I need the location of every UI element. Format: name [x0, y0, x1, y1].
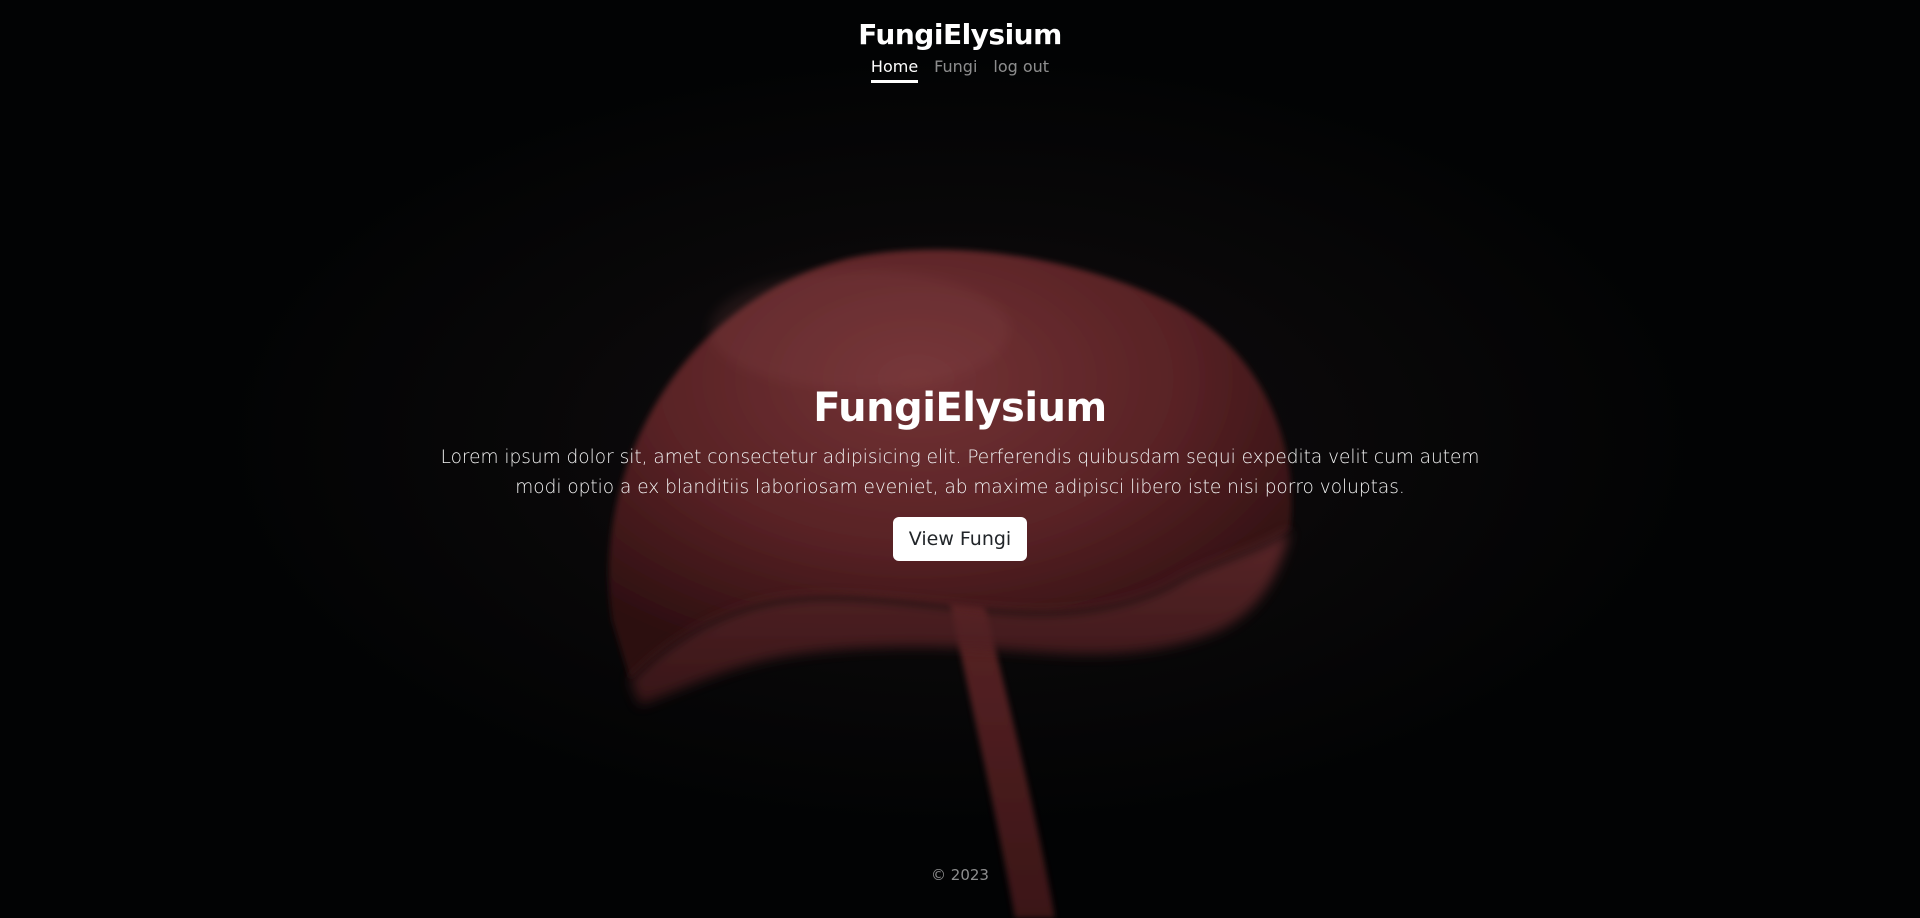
site-header: FungiElysium Home Fungi log out	[0, 18, 1920, 83]
nav-logout-link[interactable]: log out	[993, 57, 1049, 83]
brand-title[interactable]: FungiElysium	[0, 18, 1920, 51]
page: FungiElysium Home Fungi log out FungiEly…	[0, 0, 1920, 918]
hero-title: FungiElysium	[813, 385, 1107, 431]
main-nav: Home Fungi log out	[0, 57, 1920, 83]
nav-home-link[interactable]: Home	[870, 57, 919, 83]
site-footer: © 2023	[0, 866, 1920, 884]
copyright-text: © 2023	[931, 866, 989, 884]
hero-description: Lorem ipsum dolor sit, amet consectetur …	[440, 447, 1480, 498]
view-fungi-button[interactable]: View Fungi	[892, 517, 1028, 561]
hero-section: FungiElysium Lorem ipsum dolor sit, amet…	[0, 385, 1920, 561]
nav-fungi-link[interactable]: Fungi	[934, 57, 977, 83]
